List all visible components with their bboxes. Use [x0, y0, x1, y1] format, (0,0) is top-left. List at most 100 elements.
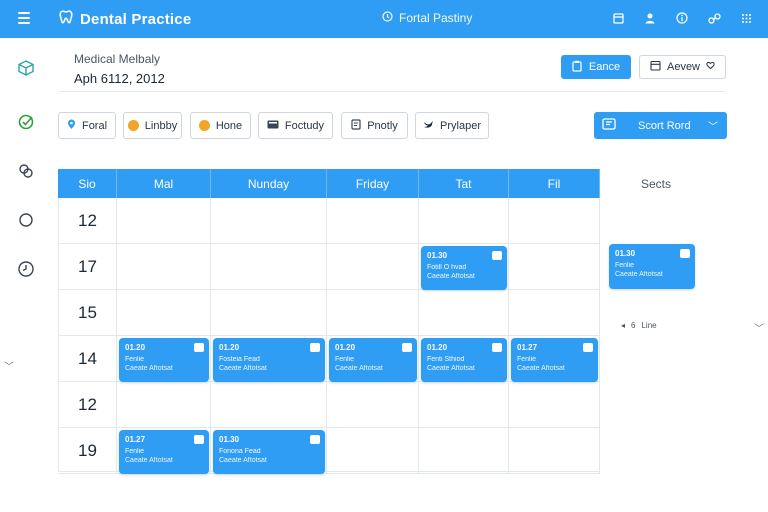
event-name: Fenti Sthiod: [427, 356, 465, 363]
event-name: Fenlie: [125, 448, 145, 455]
check-icon[interactable]: [16, 112, 36, 132]
column-header[interactable]: Mal: [117, 169, 211, 198]
event-time: 01.20: [427, 343, 448, 352]
circle-icon[interactable]: [16, 210, 36, 230]
event-time: 01.20: [125, 343, 146, 352]
calendar-cell[interactable]: [327, 290, 419, 336]
event-card[interactable]: 01.20 Fosteia Fead Caeate Aftotsat: [213, 338, 325, 382]
column-header[interactable]: Tat: [419, 169, 509, 198]
event-card[interactable]: 01.30 Fonona Fead Caeate Aftotsat: [213, 430, 325, 474]
screen-icon: [267, 120, 279, 132]
calendar-cell[interactable]: [419, 428, 509, 474]
calendar-cell[interactable]: [327, 244, 419, 290]
event-sub: Caeate Aftotsat: [517, 365, 565, 372]
app-window: Dental Practice Fortal Pastiny ﹀ ﹀ Medic…: [0, 0, 768, 512]
calendar-cell[interactable]: [509, 198, 600, 244]
top-bar: Dental Practice Fortal Pastiny: [0, 0, 768, 38]
pin-icon: [67, 119, 76, 133]
clock-icon[interactable]: [16, 259, 36, 279]
calendar-cell[interactable]: [327, 382, 419, 428]
chip-foctudy[interactable]: Foctudy: [258, 112, 333, 139]
calendar-cell[interactable]: [509, 290, 600, 336]
grid-icon[interactable]: [738, 9, 754, 27]
review-button[interactable]: Aevew: [639, 55, 726, 79]
event-name: Fenlie: [615, 262, 635, 269]
center-title: Fortal Pastiny: [382, 11, 472, 25]
calendar-cell[interactable]: [419, 382, 509, 428]
event-badge-icon: [492, 251, 502, 260]
calendar-cell[interactable]: [509, 382, 600, 428]
calendar-cell[interactable]: [419, 290, 509, 336]
event-badge-icon: [194, 343, 204, 352]
calendar-cell[interactable]: [327, 428, 419, 474]
chip-label: Linbby: [144, 119, 178, 132]
left-arrow-icon[interactable]: ◂: [621, 321, 625, 330]
chevron-down-icon[interactable]: ﹀: [4, 358, 14, 373]
event-card[interactable]: 01.20 Fenti Sthiod Caeate Aftotsat: [421, 338, 507, 382]
user-icon[interactable]: [642, 9, 658, 27]
event-card[interactable]: 01.27 Fenlie Caeate Aftotsat: [119, 430, 209, 474]
event-card[interactable]: 01.20 Fenlie Caeate Aftotsat: [329, 338, 417, 382]
side-event-card[interactable]: 01.30 Fenlie Caeate Aftotsat: [609, 244, 695, 289]
hamburger-menu-icon[interactable]: [14, 9, 34, 29]
calendar-cell[interactable]: [211, 290, 327, 336]
row-label-cell: [58, 336, 117, 382]
calendar-cell[interactable]: [509, 428, 600, 474]
right-chevron-down-icon[interactable]: ﹀: [754, 320, 764, 335]
event-card[interactable]: 01.30 Fotill O hvad Caeate Aftotsat: [421, 246, 507, 290]
chip-label: Prylaper: [440, 119, 481, 132]
column-header[interactable]: Nunday: [211, 169, 327, 198]
badge-icon: [198, 120, 210, 131]
event-name: Fenlie: [517, 356, 537, 363]
calendar-cell[interactable]: [117, 382, 211, 428]
primary-action-button[interactable]: Eance: [561, 55, 631, 79]
chip-pnotly[interactable]: Pnotly: [341, 112, 408, 139]
bird-icon: [423, 120, 434, 132]
calendar-cell[interactable]: [211, 382, 327, 428]
calendar-cell[interactable]: [509, 244, 600, 290]
event-sub: Caeate Aftotsat: [219, 457, 267, 464]
calendar-cell[interactable]: [211, 244, 327, 290]
group-icon[interactable]: [16, 161, 36, 181]
slot-line: ◂ 6 Line: [621, 321, 657, 330]
event-name: Fenlie: [125, 356, 145, 363]
event-time: 01.20: [219, 343, 240, 352]
calendar-cell[interactable]: [117, 290, 211, 336]
calendar-cell[interactable]: [117, 198, 211, 244]
event-badge-icon: [492, 343, 502, 352]
column-header[interactable]: Friday: [327, 169, 419, 198]
calendar-cell[interactable]: [211, 198, 327, 244]
event-sub: Caeate Aftotsat: [219, 365, 267, 372]
event-sub: Caeate Aftotsat: [125, 457, 173, 464]
event-time: 01.30: [615, 249, 636, 258]
cube-icon[interactable]: [16, 58, 36, 78]
calendar-cell[interactable]: [419, 198, 509, 244]
chip-foral[interactable]: Foral: [58, 112, 116, 139]
event-card[interactable]: 01.27 Fenlie Caeate Aftotsat: [511, 338, 598, 382]
scan-label: Scort Rord: [638, 119, 691, 132]
orange-dot-icon: [127, 120, 139, 131]
header-date: Aph 6112, 2012: [74, 71, 165, 86]
info-icon[interactable]: [674, 9, 690, 27]
chip-hone[interactable]: Hone: [190, 112, 251, 139]
event-sub: Caeate Aftotsat: [335, 365, 383, 372]
event-time: 01.27: [125, 435, 146, 444]
calendar-cell[interactable]: [327, 198, 419, 244]
event-badge-icon: [680, 249, 690, 258]
event-name: Fosteia Fead: [219, 356, 260, 363]
chip-prylaper[interactable]: Prylaper: [415, 112, 489, 139]
row-label-cell: [58, 382, 117, 428]
event-sub: Caeate Aftotsat: [427, 365, 475, 372]
scan-dropdown-button[interactable]: Scort Rord ﹀: [594, 112, 727, 139]
event-badge-icon: [583, 343, 593, 352]
event-time: 01.30: [219, 435, 240, 444]
column-header[interactable]: Fil: [509, 169, 600, 198]
slots-header: Sects: [640, 176, 671, 191]
event-card[interactable]: 01.20 Fenlie Caeate Aftotsat: [119, 338, 209, 382]
calendar-icon[interactable]: [610, 9, 626, 27]
app-title: Dental Practice: [80, 11, 192, 28]
calendar-cell[interactable]: [117, 244, 211, 290]
link-icon[interactable]: [706, 9, 722, 27]
chip-linbby[interactable]: Linbby: [123, 112, 182, 139]
column-header[interactable]: Sio: [58, 169, 117, 198]
